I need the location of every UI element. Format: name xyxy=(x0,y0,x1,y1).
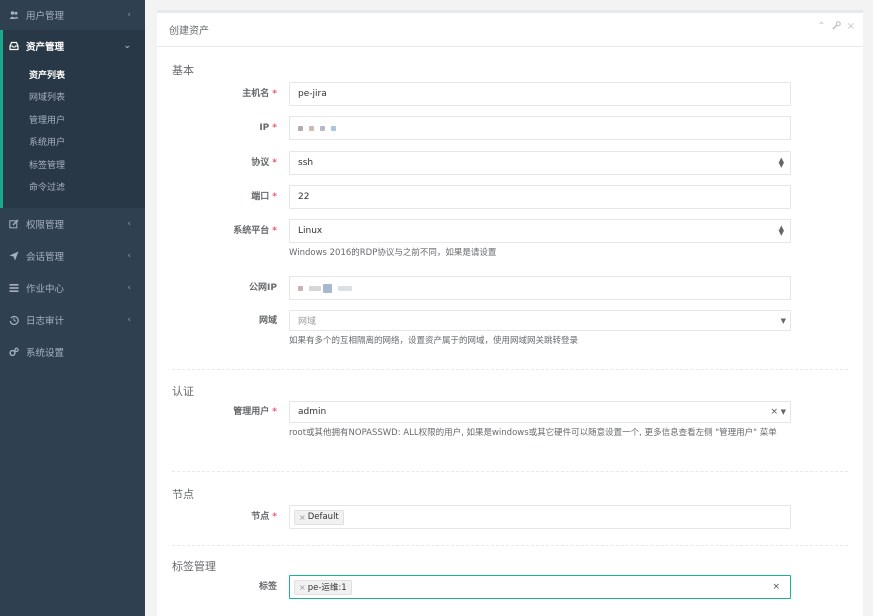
panel-title: 创建资产 xyxy=(157,13,863,47)
wrench-icon[interactable] xyxy=(831,21,841,33)
admin-user-label: 管理用户 * xyxy=(233,407,277,417)
users-icon xyxy=(9,10,19,20)
label-tag: × pe-运维:1 xyxy=(294,579,352,595)
domain-select[interactable]: 网域 ▼ xyxy=(289,310,791,331)
sidebar: 用户管理 ‹ 资产管理 ⌄ 资产列表 网域列表 管理用户 系统用户 标签管理 命… xyxy=(0,0,145,616)
list-icon xyxy=(9,283,19,293)
domain-help: 如果有多个的互相隔离的网络，设置资产属于的网域，使用网域网关跳转登录 xyxy=(289,336,579,346)
gears-icon xyxy=(9,347,19,357)
public-ip-label: 公网IP xyxy=(249,283,277,293)
sidebar-item-label: 系统设置 xyxy=(26,348,65,359)
domain-label: 网域 xyxy=(258,316,277,326)
send-icon xyxy=(9,251,19,261)
panel-tools: ⌃ × xyxy=(817,21,855,33)
history-icon xyxy=(9,315,19,325)
sidebar-item-assets[interactable]: 资产管理 ⌄ xyxy=(0,30,145,61)
submenu-asset-list[interactable]: 资产列表 xyxy=(3,63,145,86)
inbox-icon xyxy=(9,41,19,51)
sidebar-item-label: 权限管理 xyxy=(26,220,65,231)
ip-input[interactable] xyxy=(289,116,791,140)
chevron-left-icon: ‹ xyxy=(127,283,131,293)
create-asset-panel: 创建资产 ⌃ × 基本 主机名 * pe-jira IP * 协议 * ssh ▲ ▼ 端… xyxy=(157,10,863,616)
close-icon[interactable]: × xyxy=(847,21,855,33)
sidebar-item-label: 会话管理 xyxy=(26,252,65,263)
platform-select[interactable]: Linux ▲ ▼ xyxy=(289,219,791,243)
divider xyxy=(172,471,848,472)
nodes-select[interactable]: × Default xyxy=(289,505,791,529)
ip-label: IP * xyxy=(259,123,277,133)
port-label: 端口 * xyxy=(251,192,277,202)
divider xyxy=(172,545,848,546)
remove-tag-icon[interactable]: × xyxy=(299,583,306,592)
section-auth-title: 认证 xyxy=(172,385,194,398)
admin-user-help: root或其他拥有NOPASSWD: ALL权限的用户, 如果是windows或… xyxy=(289,428,777,438)
caret-down-icon: ▼ xyxy=(780,408,786,416)
labels-select[interactable]: × pe-运维:1 × xyxy=(289,575,791,599)
sidebar-item-jobs[interactable]: 作业中心 ‹ xyxy=(0,272,145,304)
chevron-left-icon: ‹ xyxy=(127,251,131,261)
chevron-left-icon: ‹ xyxy=(127,10,131,20)
assets-submenu: 资产列表 网域列表 管理用户 系统用户 标签管理 命令过滤 xyxy=(0,61,145,208)
remove-tag-icon[interactable]: × xyxy=(299,513,306,522)
hostname-label: 主机名 * xyxy=(242,89,277,99)
submenu-label-management[interactable]: 标签管理 xyxy=(3,153,145,176)
sidebar-item-users[interactable]: 用户管理 ‹ xyxy=(0,0,145,30)
chevron-left-icon: ‹ xyxy=(127,219,131,229)
divider xyxy=(172,369,848,370)
public-ip-input[interactable] xyxy=(289,276,791,300)
select-arrows-icon: ▲ ▼ xyxy=(778,224,784,237)
protocol-select[interactable]: ssh ▲ ▼ xyxy=(289,151,791,175)
sidebar-item-settings[interactable]: 系统设置 xyxy=(0,336,145,368)
sidebar-item-label: 作业中心 xyxy=(26,284,65,295)
nodes-label: 节点 * xyxy=(251,512,277,522)
sidebar-item-audit[interactable]: 日志审计 ‹ xyxy=(0,304,145,336)
protocol-label: 协议 * xyxy=(251,158,277,168)
sidebar-item-sessions[interactable]: 会话管理 ‹ xyxy=(0,240,145,272)
caret-down-icon: ▼ xyxy=(780,316,786,325)
collapse-icon[interactable]: ⌃ xyxy=(817,21,825,33)
edit-icon xyxy=(9,219,19,229)
submenu-admin-user[interactable]: 管理用户 xyxy=(3,108,145,131)
labels-label: 标签 xyxy=(258,582,277,592)
chevron-left-icon: ‹ xyxy=(127,315,131,325)
platform-help: Windows 2016的RDP协议与之前不同，如果是请设置 xyxy=(289,248,497,258)
section-tags-title: 标签管理 xyxy=(172,560,216,573)
submenu-system-user[interactable]: 系统用户 xyxy=(3,131,145,154)
submenu-domain-list[interactable]: 网域列表 xyxy=(3,86,145,109)
platform-label: 系统平台 * xyxy=(233,226,277,236)
select-arrows-icon: ▲ ▼ xyxy=(778,156,784,169)
sidebar-item-label: 资产管理 xyxy=(26,41,65,53)
hostname-input[interactable]: pe-jira xyxy=(289,82,791,106)
sidebar-item-label: 用户管理 xyxy=(26,11,65,22)
node-tag: × Default xyxy=(294,509,344,525)
sidebar-item-permissions[interactable]: 权限管理 ‹ xyxy=(0,208,145,240)
sidebar-item-label: 日志审计 xyxy=(26,316,65,327)
port-input[interactable]: 22 xyxy=(289,185,791,209)
submenu-command-filter[interactable]: 命令过滤 xyxy=(3,176,145,199)
section-node-title: 节点 xyxy=(172,488,194,501)
chevron-down-icon: ⌄ xyxy=(123,40,131,51)
clear-icon[interactable]: × xyxy=(772,582,780,592)
clear-icon[interactable]: × xyxy=(770,407,778,417)
section-basic-title: 基本 xyxy=(172,64,194,77)
admin-user-select[interactable]: admin × ▼ xyxy=(289,401,791,423)
